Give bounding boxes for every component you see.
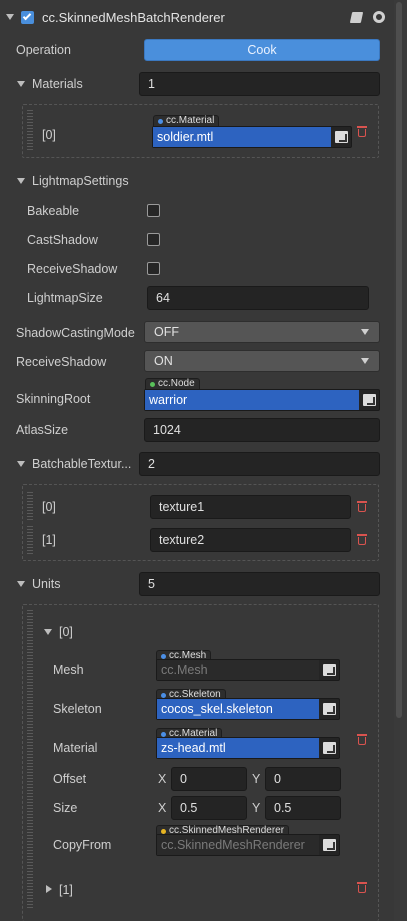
trash-icon[interactable]: [357, 126, 367, 137]
chevron-down-icon: [361, 329, 369, 335]
skeleton-label: Skeleton: [53, 702, 102, 716]
material-asset-field[interactable]: soldier.mtl: [152, 126, 352, 148]
asset-value: cc.Mesh: [157, 660, 319, 680]
atlas-size-label: AtlasSize: [16, 423, 69, 437]
texture-item-index: [1]: [42, 533, 56, 547]
asset-picker-icon[interactable]: [323, 742, 336, 754]
drag-handle[interactable]: [27, 610, 33, 910]
batchable-textures-label: BatchableTextur...: [32, 457, 132, 471]
asset-value: zs-head.mtl: [157, 738, 319, 758]
copy-from-label: CopyFrom: [53, 838, 112, 852]
atlas-size-input[interactable]: 1024: [144, 418, 380, 442]
asset-value: cc.SkinnedMeshRenderer: [157, 835, 319, 855]
mesh-asset-field[interactable]: cc.Mesh: [156, 659, 340, 681]
asset-value: warrior: [145, 390, 359, 410]
lightmap-size-input[interactable]: 64: [147, 286, 369, 310]
shadow-casting-mode-select[interactable]: OFF: [144, 321, 380, 343]
unit-material-asset-field[interactable]: zs-head.mtl: [156, 737, 340, 759]
asset-picker-icon[interactable]: [323, 839, 336, 851]
texture-item-input[interactable]: texture1: [150, 495, 351, 519]
copy-from-field[interactable]: cc.SkinnedMeshRenderer: [156, 834, 340, 856]
bakeable-label: Bakeable: [27, 204, 80, 218]
shadow-casting-mode-label: ShadowCastingMode: [16, 326, 135, 340]
chevron-down-icon: [361, 358, 369, 364]
type-tag-text: cc.Material: [166, 115, 215, 126]
component-enabled-checkbox[interactable]: [21, 11, 34, 24]
asset-picker-icon[interactable]: [323, 703, 336, 715]
asset-picker-icon[interactable]: [323, 664, 336, 676]
operation-label: Operation: [16, 43, 71, 57]
size-y-label: Y: [252, 801, 261, 815]
drag-handle[interactable]: [27, 492, 33, 520]
drag-handle[interactable]: [27, 526, 33, 554]
lightmap-receive-shadow-checkbox[interactable]: [147, 262, 160, 275]
asset-value: cocos_skel.skeleton: [157, 699, 319, 719]
material-label: Material: [53, 741, 98, 755]
mesh-label: Mesh: [53, 663, 84, 677]
asset-picker-icon[interactable]: [335, 131, 348, 143]
unit0-collapse-icon[interactable]: [44, 629, 52, 635]
offset-label: Offset: [53, 772, 87, 786]
gear-icon[interactable]: [373, 11, 385, 23]
receive-shadow-label: ReceiveShadow: [16, 355, 107, 369]
materials-label: Materials: [32, 77, 83, 91]
size-y-input[interactable]: 0.5: [265, 796, 341, 820]
size-label: Size: [53, 801, 78, 815]
receive-shadow-select[interactable]: ON: [144, 350, 380, 372]
materials-count-input[interactable]: 1: [139, 72, 380, 96]
cast-shadow-checkbox[interactable]: [147, 233, 160, 246]
type-tag-text: cc.Node: [158, 378, 195, 389]
materials-item-index: [0]: [42, 128, 56, 142]
lightmap-collapse-icon[interactable]: [17, 178, 25, 184]
drag-handle[interactable]: [27, 110, 33, 152]
skeleton-asset-field[interactable]: cocos_skel.skeleton: [156, 698, 340, 720]
component-collapse-icon[interactable]: [6, 14, 14, 20]
book-icon[interactable]: [349, 12, 364, 23]
scrollbar[interactable]: [396, 2, 402, 718]
units-label: Units: [32, 577, 61, 591]
select-value: ON: [154, 354, 173, 368]
trash-icon[interactable]: [357, 501, 367, 512]
trash-icon[interactable]: [357, 882, 367, 893]
cast-shadow-label: CastShadow: [27, 233, 98, 247]
skinning-root-label: SkinningRoot: [16, 392, 91, 406]
select-value: OFF: [154, 325, 179, 339]
offset-y-label: Y: [252, 772, 261, 786]
trash-icon[interactable]: [357, 534, 367, 545]
lightmap-receive-shadow-label: ReceiveShadow: [27, 262, 118, 276]
units-collapse-icon[interactable]: [17, 581, 25, 587]
offset-x-label: X: [158, 772, 167, 786]
batchable-textures-count-input[interactable]: 2: [139, 452, 380, 476]
offset-y-input[interactable]: 0: [265, 767, 341, 791]
component-title: cc.SkinnedMeshBatchRenderer: [42, 10, 225, 25]
unit1-index: [1]: [59, 883, 73, 897]
asset-picker-icon[interactable]: [363, 394, 376, 406]
size-x-label: X: [158, 801, 167, 815]
offset-x-input[interactable]: 0: [171, 767, 247, 791]
inspector-panel: cc.SkinnedMeshBatchRenderer Operation Co…: [0, 0, 394, 921]
chevron-right-icon[interactable]: [46, 885, 52, 893]
batchable-textures-collapse-icon[interactable]: [17, 461, 25, 467]
lightmap-settings-label: LightmapSettings: [32, 174, 129, 188]
units-count-input[interactable]: 5: [139, 572, 380, 596]
trash-icon[interactable]: [357, 734, 367, 745]
materials-collapse-icon[interactable]: [17, 81, 25, 87]
bakeable-checkbox[interactable]: [147, 204, 160, 217]
asset-value: soldier.mtl: [153, 127, 331, 147]
unit0-index: [0]: [59, 625, 73, 639]
texture-item-input[interactable]: texture2: [150, 528, 351, 552]
lightmap-size-label: LightmapSize: [27, 291, 103, 305]
cook-button[interactable]: Cook: [144, 39, 380, 61]
skinning-root-field[interactable]: warrior: [144, 389, 380, 411]
size-x-input[interactable]: 0.5: [171, 796, 247, 820]
texture-item-index: [0]: [42, 500, 56, 514]
